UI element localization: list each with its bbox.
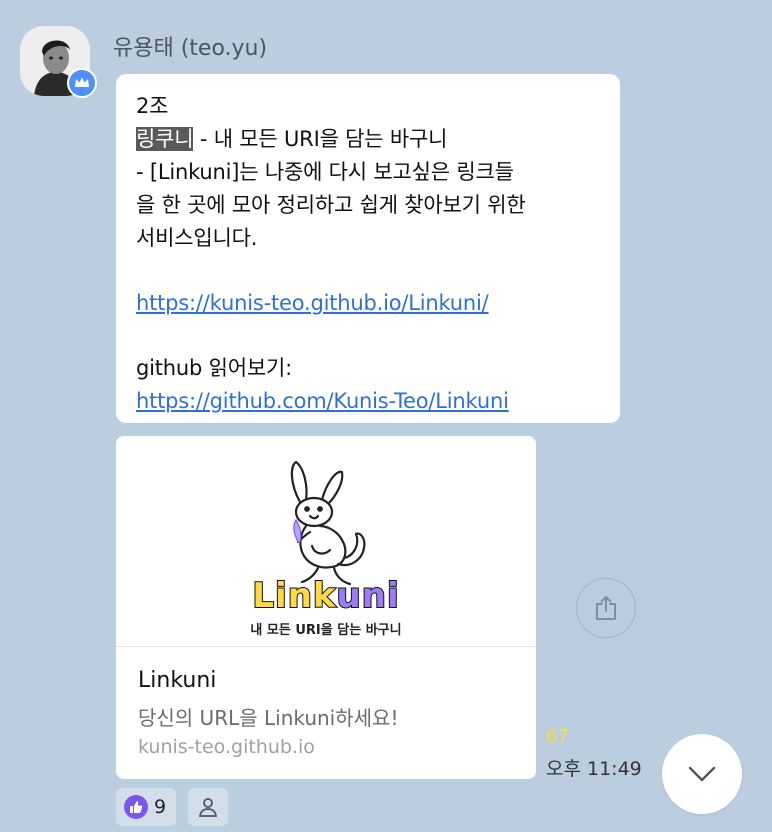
share-button[interactable] [576,578,636,638]
logo-text-uni: uni [336,575,400,617]
logo-wordmark: Linkuni [116,575,536,617]
message-line: 2조 [136,94,169,118]
message-line: https://github.com/Kunis-Teo/Linkuni [136,385,600,418]
share-icon [596,596,616,620]
chevron-down-icon [688,766,716,782]
message-line: https://kunis-teo.github.io/Linkuni/ [136,287,600,320]
scroll-down-button[interactable] [662,734,742,814]
preview-domain: kunis-teo.github.io [138,736,315,758]
crown-icon [67,68,97,98]
thumbs-up-icon [124,795,148,819]
link-linkuni-site[interactable]: https://kunis-teo.github.io/Linkuni/ [136,291,489,315]
message-line: - [Linkuni]는 나중에 다시 보고싶은 링크들 [136,160,514,184]
message-line: 링쿠니 - 내 모든 URI을 담는 바구니 [136,123,600,156]
preview-title: Linkuni [138,668,217,693]
add-reaction-button[interactable] [188,788,228,826]
unread-count: 67 [546,726,569,747]
preview-image: Linkuni 내 모든 URI을 담는 바구니 [116,436,536,647]
message-line: 을 한 곳에 모아 정리하고 쉽게 찾아보기 위한 [136,193,526,217]
person-icon [198,798,218,817]
sender-name[interactable]: 유용태 (teo.yu) [113,30,267,62]
preview-description: 당신의 URL을 Linkuni하세요! [138,706,399,730]
message-line: github 읽어보기: [136,356,292,380]
link-preview-card[interactable]: Linkuni 내 모든 URI을 담는 바구니 Linkuni 당신의 URL… [116,436,536,779]
highlighted-text: 링쿠니 [136,127,194,151]
like-count: 9 [154,796,167,818]
message-bubble[interactable]: 2조 링쿠니 - 내 모든 URI을 담는 바구니 - [Linkuni]는 나… [116,74,620,423]
link-github-repo[interactable]: https://github.com/Kunis-Teo/Linkuni [136,389,509,413]
logo-text-link: Link [251,575,337,617]
logo-tagline: 내 모든 URI을 담는 바구니 [250,623,402,638]
message-text: - 내 모든 URI을 담는 바구니 [193,127,448,151]
message-line: 서비스입니다. [136,226,258,250]
like-reaction[interactable]: 9 [116,788,176,826]
message-time: 오후 11:49 [546,758,642,780]
kangaroo-logo [290,460,366,586]
